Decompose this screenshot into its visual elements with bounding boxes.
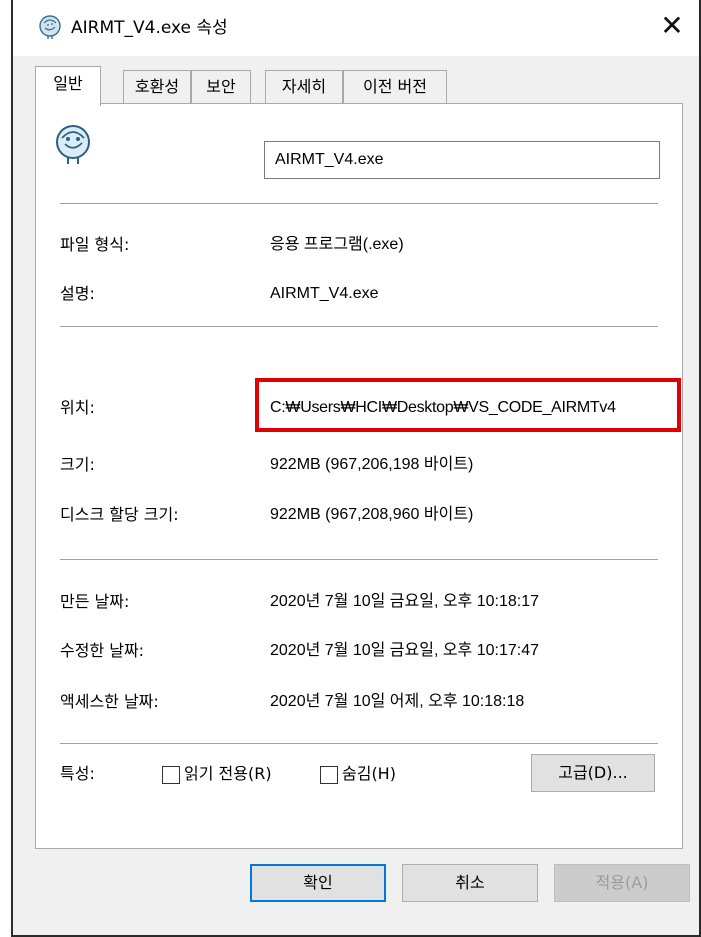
app-head-icon (39, 15, 61, 39)
attributes-label: 특성: (60, 764, 95, 783)
divider (60, 559, 658, 560)
divider (60, 203, 658, 204)
tab-general[interactable]: 일반 (35, 66, 101, 106)
created-label: 만든 날짜: (60, 592, 130, 611)
file-type-value: 응용 프로그램(.exe) (270, 236, 404, 253)
close-button[interactable]: ✕ (651, 6, 693, 48)
modified-value: 2020년 7월 10일 금요일, 오후 10:17:47 (270, 642, 540, 659)
created-value: 2020년 7월 10일 금요일, 오후 10:18:17 (270, 593, 540, 610)
hidden-checkbox[interactable] (320, 766, 338, 784)
tab-security[interactable]: 보안 (191, 70, 251, 104)
description-value: AIRMT_V4.exe (270, 285, 379, 302)
tab-previous-versions[interactable]: 이전 버전 (343, 70, 447, 104)
divider (60, 326, 658, 327)
general-panel: AIRMT_V4.exe 파일 형식: 응용 프로그램(.exe) 설명: AI… (35, 103, 683, 849)
location-label: 위치: (60, 398, 95, 417)
readonly-checkbox[interactable] (162, 766, 180, 784)
file-type-label: 파일 형식: (60, 235, 130, 254)
size-value: 922MB (967,206,198 바이트) (270, 456, 474, 473)
cancel-button[interactable]: 취소 (402, 864, 538, 902)
location-highlight-box (255, 378, 681, 432)
dialog-body: 일반 호환성 보안 자세히 이전 버전 AIRMT_V4.exe 파일 형식: … (13, 56, 699, 935)
modified-label: 수정한 날짜: (60, 641, 145, 660)
accessed-label: 액세스한 날짜: (60, 692, 159, 711)
size-label: 크기: (60, 455, 95, 474)
hidden-label[interactable]: 숨김(H) (342, 763, 396, 785)
window-title: AIRMT_V4.exe 속성 (71, 18, 228, 38)
advanced-button[interactable]: 고급(D)... (531, 754, 655, 792)
apply-button[interactable]: 적용(A) (554, 864, 690, 902)
ok-button[interactable]: 확인 (250, 864, 386, 902)
title-bar: AIRMT_V4.exe 속성 ✕ (13, 0, 699, 56)
accessed-value: 2020년 7월 10일 어제, 오후 10:18:18 (270, 693, 525, 710)
description-label: 설명: (60, 284, 95, 303)
disk-size-value: 922MB (967,208,960 바이트) (270, 506, 474, 523)
divider (60, 743, 658, 744)
properties-dialog: AIRMT_V4.exe 속성 ✕ 일반 호환성 보안 자세히 이전 버전 AI… (11, 0, 701, 937)
file-icon (56, 125, 90, 164)
file-name-field[interactable]: AIRMT_V4.exe (264, 141, 660, 179)
disk-size-label: 디스크 할당 크기: (60, 505, 179, 524)
readonly-label[interactable]: 읽기 전용(R) (184, 763, 272, 785)
tab-compatibility[interactable]: 호환성 (123, 70, 191, 104)
tab-details[interactable]: 자세히 (265, 70, 343, 104)
